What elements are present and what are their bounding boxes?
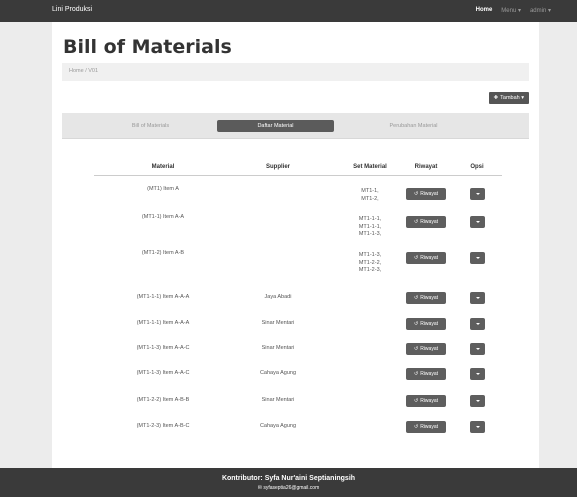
supplier-cell: Sinar Mentari: [261, 345, 295, 351]
main-container: Bill of Materials Home / V01 ✚ Tambah ▾ …: [52, 22, 539, 468]
caret-down-icon: [475, 373, 480, 375]
set-material-item: MT1-1-3,: [358, 231, 382, 237]
options-dropdown-button[interactable]: [470, 252, 485, 264]
tab-bar: Bill of Materials Daftar Material Peruba…: [62, 113, 529, 139]
plus-icon: ✚: [493, 95, 499, 101]
material-cell: (MT1-2) Item A-B: [141, 250, 185, 256]
history-icon: ↺: [414, 295, 419, 301]
riwayat-button[interactable]: ↺ Riwayat: [406, 343, 446, 355]
options-dropdown-button[interactable]: [470, 216, 485, 228]
nav-menu-dropdown[interactable]: Menu ▾: [501, 7, 521, 14]
history-icon: ↺: [414, 255, 419, 261]
caret-down-icon: [475, 221, 480, 223]
riwayat-button[interactable]: ↺ Riwayat: [406, 395, 446, 407]
material-cell: (MT1-1-3) Item A-A-C: [136, 345, 190, 351]
supplier-cell: Cahaya Agung: [259, 423, 297, 429]
brand-link[interactable]: Lini Produksi: [52, 6, 92, 13]
header-riwayat: Riwayat: [414, 164, 438, 170]
riwayat-button[interactable]: ↺ Riwayat: [406, 318, 446, 330]
add-button-label: Tambah ▾: [500, 95, 524, 101]
set-material-item: MT1-1,: [361, 188, 379, 194]
nav-right: Home Menu ▾ admin ▾: [476, 7, 551, 14]
breadcrumb[interactable]: Home / V01: [62, 63, 529, 81]
material-cell: (MT1-1) Item A-A: [141, 214, 185, 220]
riwayat-label: Riwayat: [420, 398, 438, 404]
supplier-cell: Cahaya Agung: [259, 370, 297, 376]
caret-down-icon: [475, 426, 480, 428]
footer-email[interactable]: ✉ syfaseptia26@gmail.com: [0, 485, 577, 491]
supplier-cell: Sinar Mentari: [261, 320, 295, 326]
caret-down-icon: [475, 400, 480, 402]
riwayat-button[interactable]: ↺ Riwayat: [406, 252, 446, 264]
supplier-cell: Sinar Mentari: [261, 397, 295, 403]
riwayat-label: Riwayat: [420, 219, 438, 225]
options-dropdown-button[interactable]: [470, 368, 485, 380]
nav-user-dropdown[interactable]: admin ▾: [530, 7, 551, 14]
set-material-cell: MT1-1, MT1-2,: [340, 188, 400, 203]
tab-perubahan-material[interactable]: Perubahan Material: [355, 120, 472, 132]
riwayat-label: Riwayat: [420, 321, 438, 327]
nav-home-link[interactable]: Home: [476, 7, 493, 14]
history-icon: ↺: [414, 398, 419, 404]
header-opsi: Opsi: [470, 164, 484, 170]
options-dropdown-button[interactable]: [470, 292, 485, 304]
options-dropdown-button[interactable]: [470, 421, 485, 433]
riwayat-label: Riwayat: [420, 255, 438, 261]
set-material-item: MT1-2-3,: [358, 267, 382, 273]
add-button[interactable]: ✚ Tambah ▾: [488, 92, 529, 104]
options-dropdown-button[interactable]: [470, 188, 485, 200]
material-cell: (MT1-2-2) Item A-B-B: [136, 397, 190, 403]
footer: Kontributor: Syfa Nur'aini Septianingsih…: [0, 468, 577, 497]
riwayat-button[interactable]: ↺ Riwayat: [406, 188, 446, 200]
set-material-cell: MT1-1-3, MT1-2-2, MT1-2-3,: [340, 252, 400, 275]
material-cell: (MT1-1-1) Item A-A-A: [136, 294, 190, 300]
set-material-item: MT1-1-1,: [358, 216, 382, 222]
footer-contributor: Kontributor: Syfa Nur'aini Septianingsih: [221, 475, 356, 482]
history-icon: ↺: [414, 346, 419, 352]
riwayat-label: Riwayat: [420, 191, 438, 197]
riwayat-label: Riwayat: [420, 371, 438, 377]
caret-down-icon: [475, 193, 480, 195]
riwayat-label: Riwayat: [420, 295, 438, 301]
header-supplier: Supplier: [265, 164, 290, 170]
riwayat-label: Riwayat: [420, 346, 438, 352]
riwayat-button[interactable]: ↺ Riwayat: [406, 421, 446, 433]
caret-down-icon: [475, 323, 480, 325]
history-icon: ↺: [414, 219, 419, 225]
caret-down-icon: [475, 348, 480, 350]
options-dropdown-button[interactable]: [470, 343, 485, 355]
set-material-item: MT1-1-3,: [358, 252, 382, 258]
riwayat-button[interactable]: ↺ Riwayat: [406, 368, 446, 380]
options-dropdown-button[interactable]: [470, 318, 485, 330]
options-dropdown-button[interactable]: [470, 395, 485, 407]
set-material-item: MT1-2-2,: [358, 259, 382, 266]
material-cell: (MT1-2-3) Item A-B-C: [136, 423, 190, 429]
material-cell: (MT1-1-3) Item A-A-C: [136, 370, 190, 376]
history-icon: ↺: [414, 191, 419, 197]
set-material-item: MT1-2,: [361, 195, 379, 202]
navbar: Lini Produksi Home Menu ▾ admin ▾: [0, 0, 577, 22]
header-set-material: Set Material: [353, 164, 387, 170]
caret-down-icon: [475, 297, 480, 299]
history-icon: ↺: [414, 321, 419, 327]
header-divider: [94, 175, 502, 176]
history-icon: ↺: [414, 424, 419, 430]
supplier-cell: Jaya Abadi: [264, 294, 292, 300]
history-icon: ↺: [414, 371, 419, 377]
material-cell: (MT1-1-1) Item A-A-A: [136, 320, 190, 326]
set-material-item: MT1-1-1,: [358, 223, 382, 230]
riwayat-label: Riwayat: [420, 424, 438, 430]
riwayat-button[interactable]: ↺ Riwayat: [406, 292, 446, 304]
tab-bill-of-materials[interactable]: Bill of Materials: [92, 120, 209, 132]
page-title: Bill of Materials: [63, 36, 232, 58]
tab-daftar-material[interactable]: Daftar Material: [217, 120, 334, 132]
caret-down-icon: [475, 257, 480, 259]
riwayat-button[interactable]: ↺ Riwayat: [406, 216, 446, 228]
header-material: Material: [151, 164, 175, 170]
set-material-cell: MT1-1-1, MT1-1-1, MT1-1-3,: [340, 216, 400, 239]
material-cell: (MT1) Item A: [147, 186, 179, 192]
